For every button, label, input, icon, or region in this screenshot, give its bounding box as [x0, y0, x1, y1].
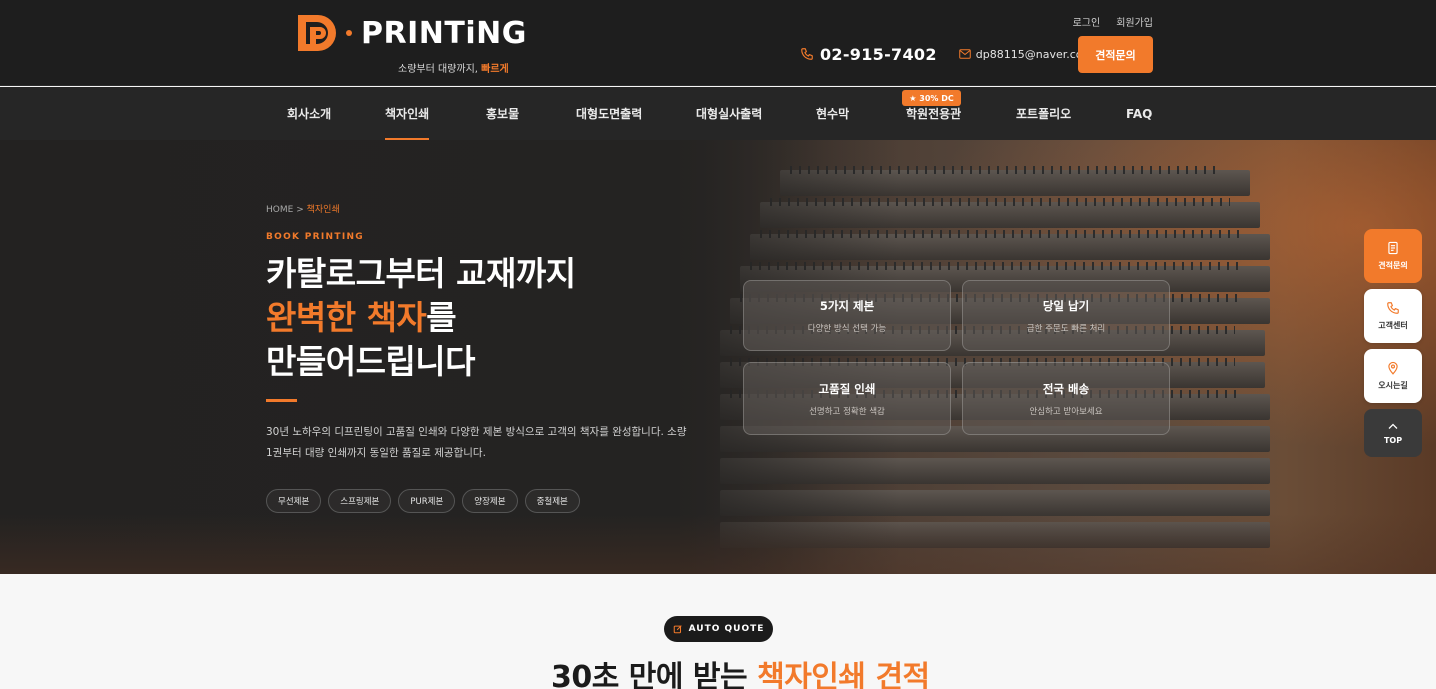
feature-desc: 안심하고 받아보세요 — [1029, 406, 1103, 417]
side-map-label: 오시는길 — [1378, 381, 1408, 390]
hero-eyebrow: BOOK PRINTING — [266, 232, 364, 242]
quote-section-title: 30초 만에 받는 책자인쇄 견적 — [551, 652, 930, 689]
feature-card: 전국 배송 안심하고 받아보세요 — [962, 362, 1170, 435]
auto-quote-label: AUTO QUOTE — [688, 624, 765, 634]
headline-accent: 완벽한 책자 — [266, 298, 427, 337]
headline-line-2: 완벽한 책자를 — [266, 296, 576, 340]
hero-headline: 카탈로그부터 교재까지 완벽한 책자를 만들어드립니다 — [266, 252, 576, 384]
chip-spring-binding[interactable]: 스프링제본 — [328, 489, 392, 513]
nav-item-portfolio[interactable]: 포트폴리오 — [1016, 87, 1071, 140]
feature-card: 5가지 제본 다양한 방식 선택 가능 — [743, 280, 951, 351]
breadcrumb-separator: > — [296, 205, 304, 215]
nav-item-promo[interactable]: 홍보물 — [486, 87, 519, 140]
side-quote-button[interactable]: 견적문의 — [1364, 229, 1422, 283]
tagline-text: 소량부터 대량까지, — [398, 64, 482, 75]
main-nav: 회사소개 책자인쇄 홍보물 대형도면출력 대형실사출력 현수막 학원전용관 포트… — [0, 87, 1436, 140]
quote-title-prefix: 30초 만에 받는 — [551, 660, 758, 689]
contact-info: 02-915-7402 dp88115@naver.com — [800, 44, 1093, 64]
feature-desc: 급한 주문도 빠른 처리 — [1026, 323, 1106, 334]
hero-divider — [266, 399, 297, 402]
nav-item-company[interactable]: 회사소개 — [287, 87, 331, 140]
feature-card: 고품질 인쇄 선명하고 정확한 색감 — [743, 362, 951, 435]
top-header: PRINTiNG 소량부터 대량까지, 빠르게 로그인 회원가입 02-915-… — [0, 0, 1436, 86]
discount-badge: ★ 30% DC — [902, 90, 961, 106]
headline-line-3: 만들어드립니다 — [266, 342, 476, 381]
scroll-top-label: TOP — [1383, 436, 1403, 445]
headline-line-2-rest: 를 — [426, 298, 457, 337]
feature-title: 고품질 인쇄 — [818, 381, 876, 396]
document-icon — [1388, 241, 1398, 255]
feature-title: 전국 배송 — [1042, 381, 1090, 396]
hero-description: 30년 노하우의 디프린팅이 고품질 인쇄와 다양한 제본 방식으로 고객의 책… — [266, 426, 687, 459]
map-pin-icon — [1388, 361, 1398, 375]
binding-chips: 무선제본 스프링제본 PUR제본 양장제본 중철제본 — [266, 489, 580, 513]
nav-item-banner[interactable]: 현수막 — [816, 87, 849, 140]
breadcrumb: HOME > 책자인쇄 — [266, 202, 340, 215]
logo[interactable]: PRINTiNG — [296, 12, 527, 54]
chevron-up-icon — [1388, 423, 1398, 429]
phone-number[interactable]: 02-915-7402 — [820, 45, 937, 64]
nav-item-book-printing[interactable]: 책자인쇄 — [385, 87, 430, 140]
feature-desc: 선명하고 정확한 색감 — [809, 406, 885, 417]
feature-card: 당일 납기 급한 주문도 빠른 처리 — [962, 280, 1170, 351]
feature-title: 당일 납기 — [1042, 298, 1090, 313]
quote-title-accent: 책자인쇄 견적 — [757, 660, 930, 689]
tagline-accent: 빠르게 — [481, 64, 509, 75]
side-quote-label: 견적문의 — [1378, 261, 1408, 270]
chip-perfect-binding[interactable]: 무선제본 — [266, 489, 322, 513]
util-links: 로그인 회원가입 — [1073, 14, 1153, 29]
scroll-top-button[interactable]: TOP — [1364, 409, 1422, 457]
chip-saddle-stitch[interactable]: 중철제본 — [524, 489, 580, 513]
quote-button[interactable]: 견적문의 — [1078, 36, 1153, 73]
breadcrumb-current: 책자인쇄 — [306, 205, 340, 215]
login-link[interactable]: 로그인 — [1073, 14, 1101, 29]
chip-pur-binding[interactable]: PUR제본 — [398, 489, 456, 513]
signup-link[interactable]: 회원가입 — [1116, 14, 1153, 29]
chip-hardcover-binding[interactable]: 양장제본 — [462, 489, 518, 513]
mail-icon — [959, 49, 971, 59]
headline-line-1: 카탈로그부터 교재까지 — [266, 254, 576, 293]
breadcrumb-home[interactable]: HOME — [266, 205, 293, 215]
feature-desc: 다양한 방식 선택 가능 — [807, 323, 887, 334]
phone-icon — [1387, 302, 1399, 314]
nav-item-faq[interactable]: FAQ — [1126, 87, 1152, 140]
nav-item-large-print[interactable]: 대형실사출력 — [696, 87, 762, 140]
side-map-button[interactable]: 오시는길 — [1364, 349, 1422, 403]
hero-bottom-glow — [0, 514, 1436, 574]
tagline: 소량부터 대량까지, 빠르게 — [398, 60, 509, 75]
feature-title: 5가지 제본 — [819, 298, 875, 313]
side-call-button[interactable]: 고객센터 — [1364, 289, 1422, 343]
logo-text: PRINTiNG — [361, 15, 527, 51]
logo-dot — [346, 30, 352, 36]
nav-item-large-drawing[interactable]: 대형도면출력 — [576, 87, 642, 140]
hero-section: HOME > 책자인쇄 BOOK PRINTING 카탈로그부터 교재까지 완벽… — [0, 140, 1436, 574]
auto-quote-pill: AUTO QUOTE — [664, 616, 773, 642]
phone-icon — [801, 48, 813, 60]
dp-logo-icon — [298, 15, 336, 51]
edit-icon — [673, 625, 682, 634]
side-call-label: 고객센터 — [1378, 321, 1408, 330]
email-address[interactable]: dp88115@naver.com — [976, 48, 1093, 61]
